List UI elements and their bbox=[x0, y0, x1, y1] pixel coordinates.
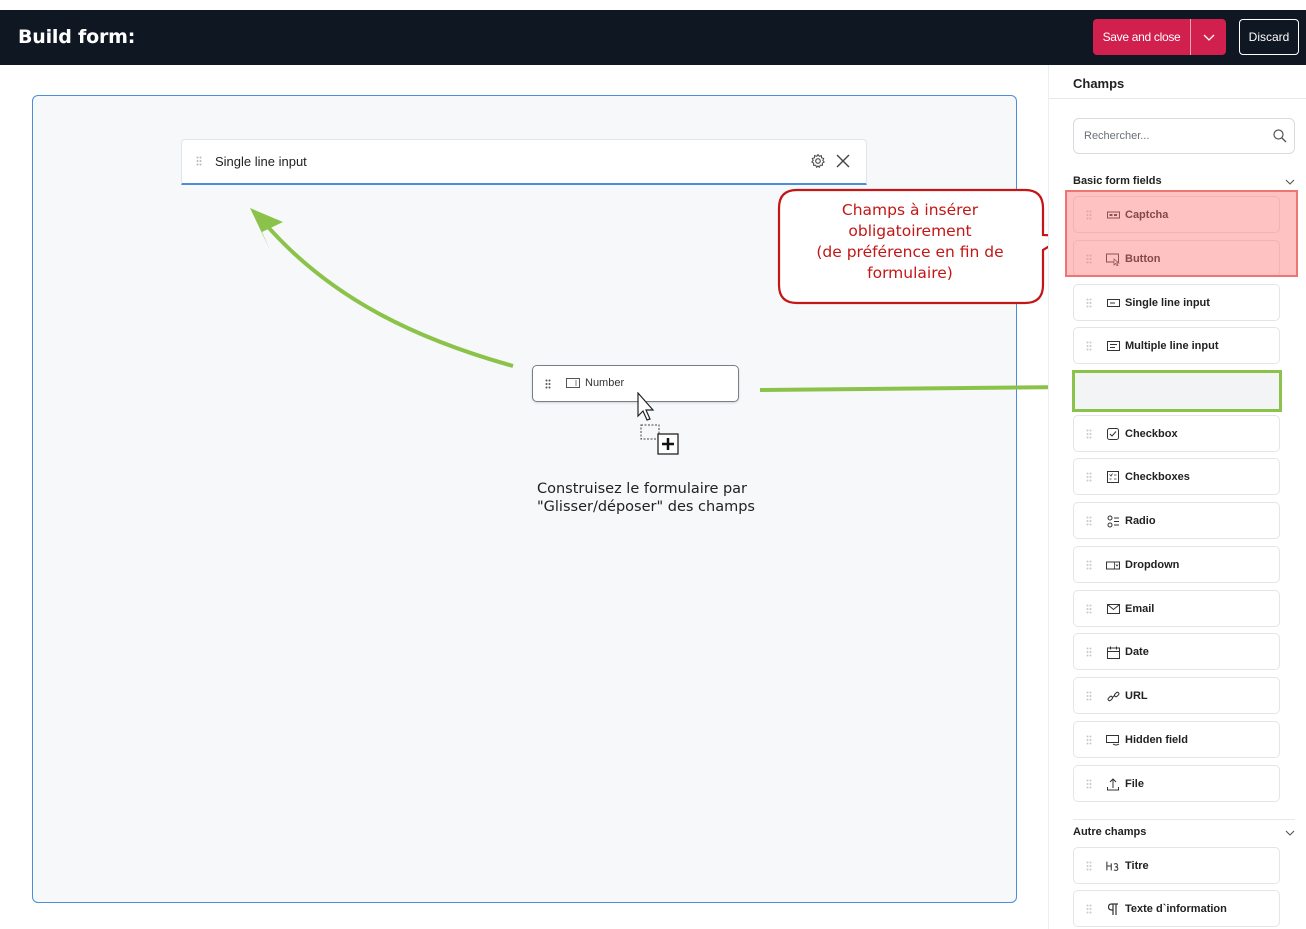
drag-handle-icon[interactable] bbox=[1086, 560, 1092, 570]
drag-handle-icon[interactable] bbox=[1086, 429, 1092, 439]
field-item-label: Multiple line input bbox=[1125, 340, 1219, 352]
single-line-input-icon bbox=[1106, 296, 1120, 310]
drag-handle-icon[interactable] bbox=[1086, 904, 1092, 914]
dropdown-icon bbox=[1106, 558, 1120, 572]
drag-handle-icon[interactable] bbox=[1086, 472, 1092, 482]
chevron-down-icon[interactable] bbox=[1285, 178, 1295, 186]
field-item-multiple-line-input[interactable]: Multiple line input bbox=[1073, 327, 1280, 364]
field-item-checkbox[interactable]: Checkbox bbox=[1073, 415, 1280, 452]
section-autre-champs[interactable]: Autre champs bbox=[1073, 826, 1295, 842]
required-fields-highlight bbox=[1065, 190, 1298, 277]
link-icon bbox=[1106, 689, 1120, 703]
drag-handle-icon[interactable] bbox=[545, 379, 551, 389]
field-item-label: Radio bbox=[1125, 515, 1156, 527]
required-fields-callout: Champs à insérer obligatoirement (de pré… bbox=[785, 200, 1035, 284]
field-item-radio[interactable]: Radio bbox=[1073, 502, 1280, 539]
field-item-label: File bbox=[1125, 778, 1144, 790]
section-label: Basic form fields bbox=[1073, 175, 1162, 187]
field-item-dropdown[interactable]: Dropdown bbox=[1073, 546, 1280, 583]
section-divider bbox=[1073, 819, 1295, 820]
callout-line-1: Champs à insérer bbox=[841, 201, 979, 219]
field-item-label: Single line input bbox=[1125, 297, 1210, 309]
drag-handle-icon[interactable] bbox=[1086, 735, 1092, 745]
chevron-down-icon[interactable] bbox=[1285, 829, 1295, 837]
search-input[interactable]: Rechercher... bbox=[1073, 118, 1295, 154]
field-item-texte-information[interactable]: Texte d`information bbox=[1073, 890, 1280, 927]
field-item-single-line-input[interactable]: Single line input bbox=[1073, 284, 1280, 321]
multiple-line-input-icon bbox=[1106, 339, 1120, 353]
hint-line-1: Construisez le formulaire par bbox=[537, 481, 748, 497]
field-item-label: Checkbox bbox=[1125, 428, 1178, 440]
email-icon bbox=[1106, 602, 1120, 616]
drag-handle-icon[interactable] bbox=[1086, 779, 1092, 789]
field-item-label: Texte d`information bbox=[1125, 903, 1227, 915]
radio-icon bbox=[1106, 514, 1120, 528]
field-item-label: Hidden field bbox=[1125, 734, 1188, 746]
sidebar-title: Champs bbox=[1073, 76, 1125, 91]
drag-handle-icon[interactable] bbox=[1086, 691, 1092, 701]
calendar-icon bbox=[1106, 645, 1120, 659]
drag-handle-icon[interactable] bbox=[1086, 516, 1092, 526]
field-item-file[interactable]: File bbox=[1073, 765, 1280, 802]
field-item-url[interactable]: URL bbox=[1073, 677, 1280, 714]
drop-target-slot[interactable] bbox=[1072, 370, 1282, 412]
field-item-hidden-field[interactable]: Hidden field bbox=[1073, 721, 1280, 758]
search-icon[interactable] bbox=[1272, 128, 1288, 144]
drag-handle-icon[interactable] bbox=[1086, 604, 1092, 614]
checkboxes-icon bbox=[1106, 470, 1120, 484]
drag-handle-icon[interactable] bbox=[1086, 341, 1092, 351]
search-placeholder: Rechercher... bbox=[1084, 130, 1150, 142]
field-item-checkboxes[interactable]: Checkboxes bbox=[1073, 458, 1280, 495]
drag-handle-icon[interactable] bbox=[1086, 647, 1092, 657]
drag-handle-icon[interactable] bbox=[1086, 861, 1092, 871]
drag-handle-icon[interactable] bbox=[1086, 298, 1092, 308]
section-label: Autre champs bbox=[1073, 826, 1147, 838]
sidebar-divider bbox=[1049, 98, 1306, 99]
paragraph-icon bbox=[1106, 902, 1120, 916]
field-item-titre[interactable]: Titre bbox=[1073, 847, 1280, 884]
checkbox-icon bbox=[1106, 427, 1120, 441]
field-item-date[interactable]: Date bbox=[1073, 633, 1280, 670]
dragging-field-label: Number bbox=[585, 377, 625, 389]
field-item-label: Date bbox=[1125, 646, 1149, 658]
field-item-label: Titre bbox=[1125, 860, 1149, 872]
section-basic-form-fields[interactable]: Basic form fields bbox=[1073, 175, 1295, 191]
field-item-label: Dropdown bbox=[1125, 559, 1180, 571]
field-item-label: URL bbox=[1125, 690, 1148, 702]
callout-line-2: obligatoirement bbox=[848, 222, 972, 240]
field-item-email[interactable]: Email bbox=[1073, 590, 1280, 627]
hidden-field-icon bbox=[1106, 733, 1120, 747]
upload-icon bbox=[1106, 777, 1120, 791]
callout-line-3: (de préférence en fin de bbox=[816, 243, 1004, 261]
drag-cursor-icon bbox=[637, 392, 679, 455]
heading-icon bbox=[1106, 859, 1120, 873]
number-icon bbox=[566, 378, 580, 388]
callout-line-4: formulaire) bbox=[867, 264, 953, 282]
field-item-label: Checkboxes bbox=[1125, 471, 1190, 483]
drag-drop-hint: Construisez le formulaire par "Glisser/d… bbox=[537, 480, 837, 516]
field-item-label: Email bbox=[1125, 603, 1155, 615]
hint-line-2: "Glisser/déposer" des champs bbox=[537, 499, 755, 515]
